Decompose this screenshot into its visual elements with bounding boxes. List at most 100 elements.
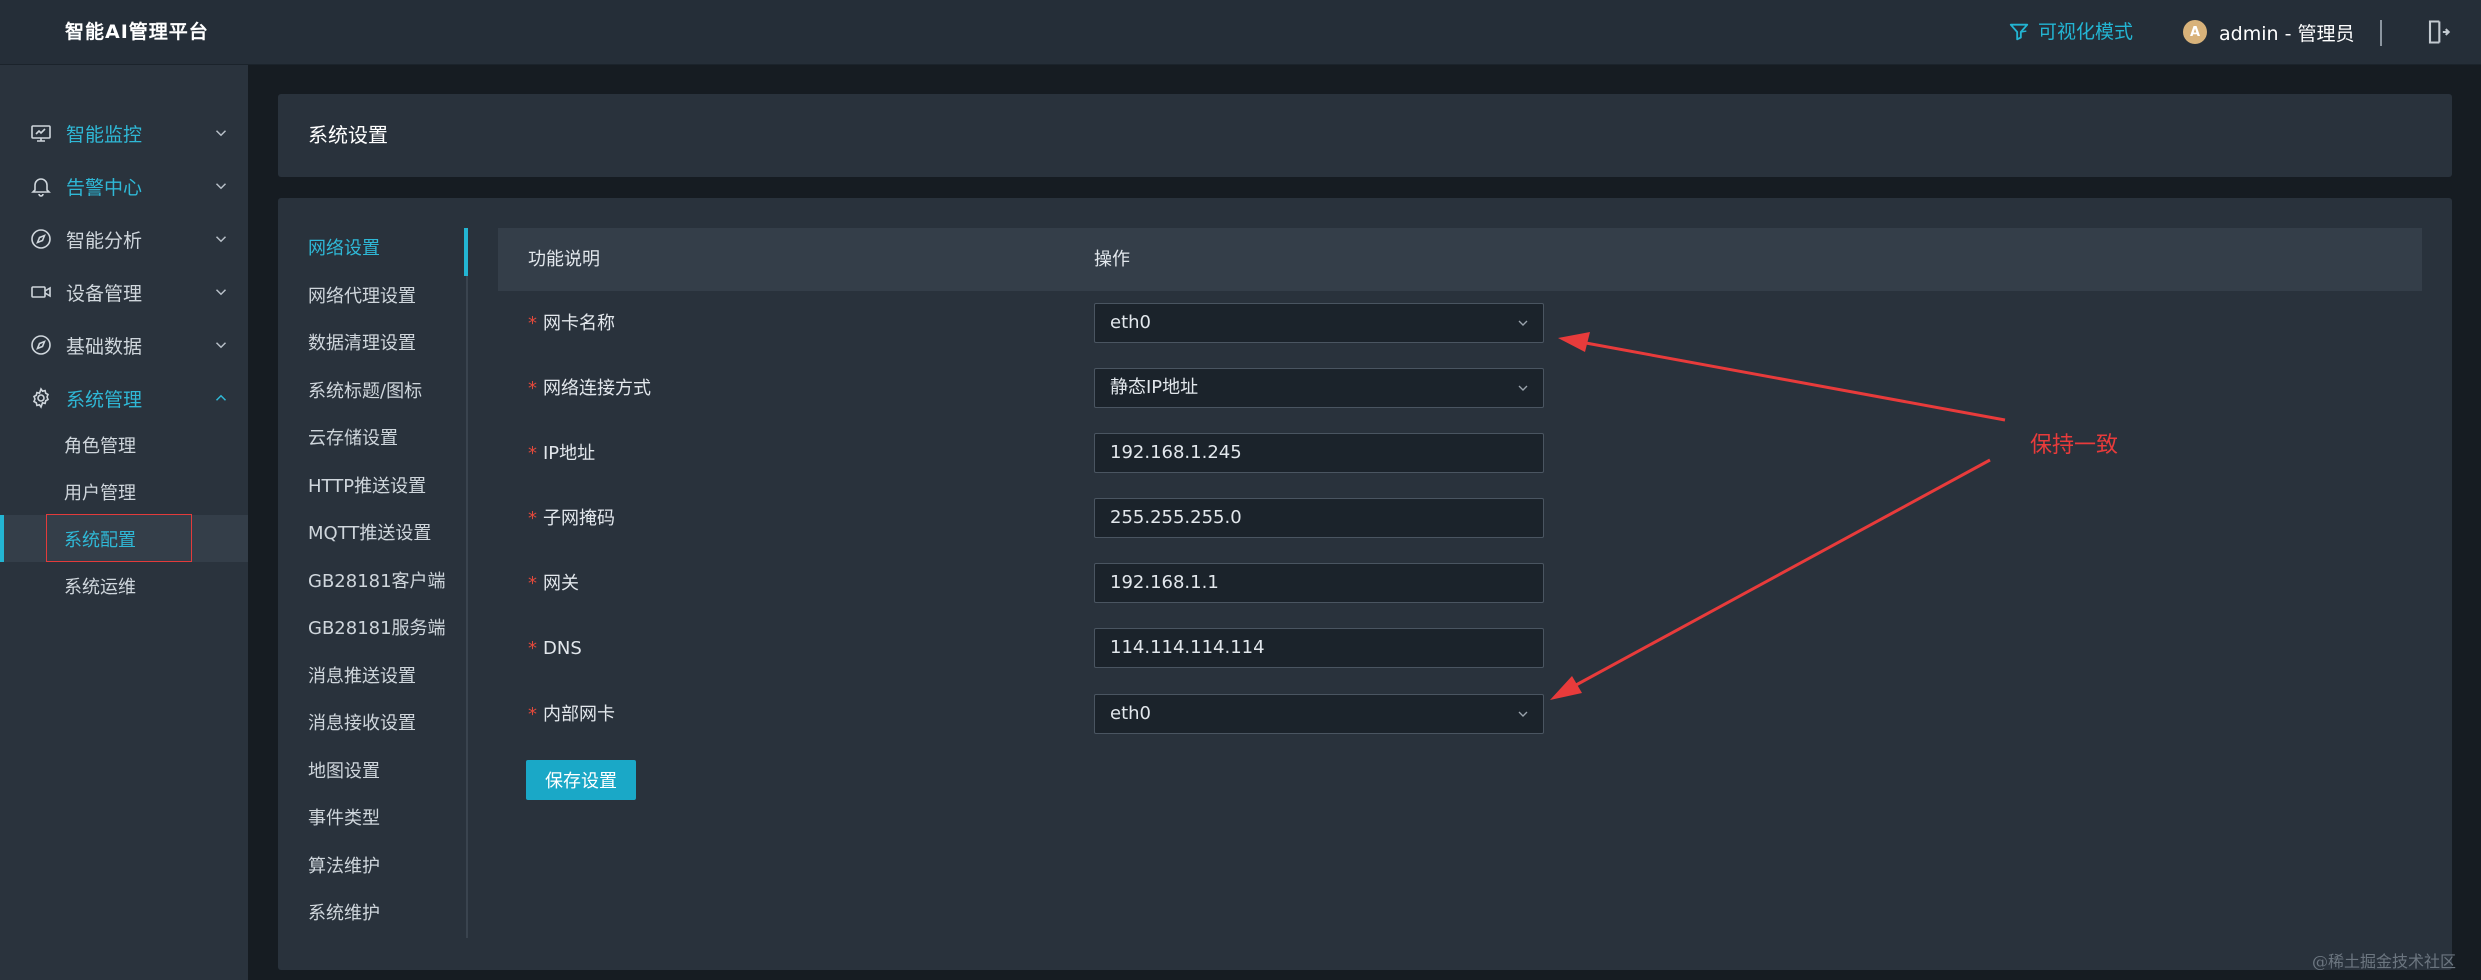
settings-nav-proxy[interactable]: 网络代理设置 <box>308 282 416 312</box>
sidebar-item-label: 智能监控 <box>66 123 143 146</box>
app-brand: 智能AI管理平台 <box>65 21 209 43</box>
form-row-connection-mode: * 网络连接方式 静态IP地址 <box>498 356 2422 421</box>
field-label: * 网关 <box>528 551 579 616</box>
select-value: eth0 <box>1110 312 1151 333</box>
settings-nav-system-maintenance[interactable]: 系统维护 <box>308 899 380 929</box>
sidebar-item-label: 设备管理 <box>66 282 143 305</box>
camera-icon <box>31 286 51 298</box>
sidebar-item-label: 智能分析 <box>66 229 143 252</box>
chevron-down-icon <box>215 289 227 296</box>
chevron-down-icon <box>215 236 227 243</box>
form-row-subnet-mask: * 子网掩码 255.255.255.0 <box>498 486 2422 551</box>
sidebar-item-label: 系统管理 <box>66 388 143 411</box>
sidebar-subitem-system-ops[interactable]: 系统运维 <box>0 562 248 609</box>
field-label-text: 内部网卡 <box>543 704 615 725</box>
settings-nav-cloud-storage[interactable]: 云存储设置 <box>308 424 398 454</box>
monitor-icon <box>31 125 51 142</box>
settings-nav-data-cleanup[interactable]: 数据清理设置 <box>308 329 416 359</box>
settings-nav-algorithm[interactable]: 算法维护 <box>308 852 380 882</box>
nic-name-select[interactable]: eth0 <box>1094 303 1544 343</box>
form-row-nic-name: * 网卡名称 eth0 <box>498 291 2422 356</box>
settings-nav-active-indicator <box>464 228 468 276</box>
chevron-down-icon <box>1518 320 1528 326</box>
field-label: * 网络连接方式 <box>528 356 651 421</box>
form-row-ip-address: * IP地址 192.168.1.245 <box>498 421 2422 486</box>
page-title: 系统设置 <box>308 123 388 147</box>
required-mark: * <box>528 638 537 659</box>
select-value: eth0 <box>1110 703 1151 724</box>
required-mark: * <box>528 704 537 725</box>
table-header: 功能说明 操作 <box>498 228 2422 291</box>
annotation-text: 保持一致 <box>2030 433 2119 458</box>
gateway-input[interactable]: 192.168.1.1 <box>1094 563 1544 603</box>
sidebar-item-alarms[interactable]: 告警中心 <box>0 160 248 212</box>
sidebar-subitem-label: 角色管理 <box>64 435 136 457</box>
select-value: 静态IP地址 <box>1110 377 1199 398</box>
field-label-text: 子网掩码 <box>543 508 615 529</box>
compass-icon <box>31 229 51 249</box>
logout-icon[interactable] <box>2423 18 2451 46</box>
bell-icon <box>31 178 51 197</box>
required-mark: * <box>528 443 537 464</box>
internal-nic-select[interactable]: eth0 <box>1094 694 1544 734</box>
settings-nav-mqtt-push[interactable]: MQTT推送设置 <box>308 519 431 549</box>
top-header: 智能AI管理平台 可视化模式 A admin - 管理员 <box>0 0 2481 65</box>
settings-nav-map[interactable]: 地图设置 <box>308 757 380 787</box>
gear-icon <box>32 387 50 409</box>
funnel-icon <box>2009 23 2029 41</box>
chevron-down-icon <box>215 130 227 137</box>
sidebar-item-analysis[interactable]: 智能分析 <box>0 213 248 265</box>
settings-nav-gb28181-client[interactable]: GB28181客户端 <box>308 567 446 597</box>
required-mark: * <box>528 573 537 594</box>
sidebar-item-monitoring[interactable]: 智能监控 <box>0 107 248 159</box>
column-header-description: 功能说明 <box>528 249 600 270</box>
settings-nav-title-icon[interactable]: 系统标题/图标 <box>308 377 422 407</box>
field-label: * 网卡名称 <box>528 291 615 356</box>
field-label: * 内部网卡 <box>528 682 615 747</box>
connection-mode-select[interactable]: 静态IP地址 <box>1094 368 1544 408</box>
header-divider <box>2380 20 2382 46</box>
ip-address-input[interactable]: 192.168.1.245 <box>1094 433 1544 473</box>
settings-nav-network[interactable]: 网络设置 <box>308 234 380 264</box>
chevron-up-icon <box>215 394 227 401</box>
watermark: @稀土掘金技术社区 <box>2312 952 2457 971</box>
form-row-internal-nic: * 内部网卡 eth0 <box>498 682 2422 747</box>
field-label-text: IP地址 <box>543 443 596 464</box>
sidebar-item-basic-data[interactable]: 基础数据 <box>0 319 248 371</box>
user-menu[interactable]: A admin - 管理员 <box>2183 17 2354 47</box>
settings-nav-gb28181-server[interactable]: GB28181服务端 <box>308 614 446 644</box>
sidebar-item-label: 告警中心 <box>66 176 143 199</box>
chevron-down-icon <box>1518 385 1528 391</box>
sidebar-item-devices[interactable]: 设备管理 <box>0 266 248 318</box>
dns-input[interactable]: 114.114.114.114 <box>1094 628 1544 668</box>
sidebar-subitem-users[interactable]: 用户管理 <box>0 468 248 515</box>
avatar: A <box>2183 20 2207 44</box>
settings-nav-message-push[interactable]: 消息推送设置 <box>308 662 416 692</box>
visual-mode-label: 可视化模式 <box>2038 21 2134 43</box>
chevron-down-icon <box>1518 711 1528 717</box>
settings-nav-event-types[interactable]: 事件类型 <box>308 804 380 834</box>
sidebar-subitem-roles[interactable]: 角色管理 <box>0 421 248 468</box>
form-row-dns: * DNS 114.114.114.114 <box>498 616 2422 681</box>
field-label-text: 网卡名称 <box>543 313 615 334</box>
settings-nav-http-push[interactable]: HTTP推送设置 <box>308 472 426 502</box>
sidebar-subitem-label: 系统运维 <box>64 576 136 598</box>
subnet-mask-input[interactable]: 255.255.255.0 <box>1094 498 1544 538</box>
settings-nav: 网络设置 网络代理设置 数据清理设置 系统标题/图标 云存储设置 HTTP推送设… <box>278 228 468 938</box>
page-title-card: 系统设置 <box>278 94 2452 177</box>
annotation-highlight-box <box>46 514 192 562</box>
settings-panel: 网络设置 网络代理设置 数据清理设置 系统标题/图标 云存储设置 HTTP推送设… <box>278 198 2452 970</box>
visual-mode-button[interactable]: 可视化模式 <box>2008 17 2133 47</box>
save-settings-button[interactable]: 保存设置 <box>526 760 636 800</box>
required-mark: * <box>528 378 537 399</box>
user-name: admin - 管理员 <box>2219 22 2355 45</box>
sidebar-subitem-label: 用户管理 <box>64 482 136 504</box>
sidebar-item-system-management[interactable]: 系统管理 <box>0 372 248 424</box>
settings-nav-message-receive[interactable]: 消息接收设置 <box>308 709 416 739</box>
required-mark: * <box>528 313 537 334</box>
field-label: * DNS <box>528 616 582 681</box>
sidebar-item-label: 基础数据 <box>66 335 143 358</box>
chevron-down-icon <box>215 342 227 349</box>
field-label: * 子网掩码 <box>528 486 615 551</box>
required-mark: * <box>528 508 537 529</box>
